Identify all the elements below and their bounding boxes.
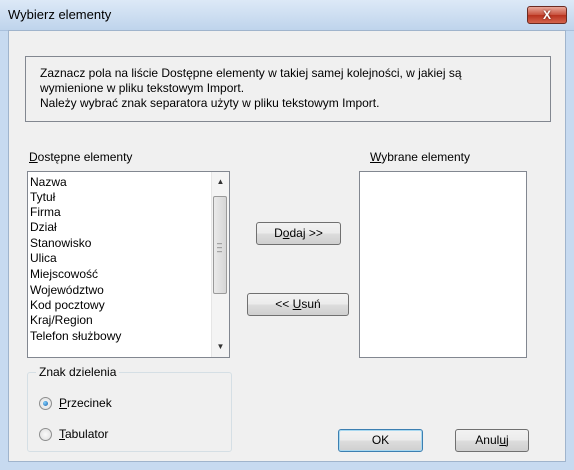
list-scrollbar[interactable]: ▲ – – – ▼ <box>211 172 229 357</box>
dialog-body: Zaznacz pola na liście Dostępne elementy… <box>8 30 566 462</box>
radio-tab[interactable] <box>39 428 52 441</box>
close-button[interactable]: X <box>527 6 567 24</box>
list-item[interactable]: Telefon służbowy <box>30 329 121 344</box>
list-item[interactable]: Firma <box>30 205 61 220</box>
list-item[interactable]: Województwo <box>30 283 104 298</box>
list-item[interactable]: Kraj/Region <box>30 313 93 328</box>
radio-comma[interactable] <box>39 397 52 410</box>
available-items-list[interactable]: Nazwa Tytuł Firma Dział Stanowisko Ulica… <box>27 171 230 358</box>
instructions-line-1: Zaznacz pola na liście Dostępne elementy… <box>40 66 462 80</box>
instructions-line-2: wymienione w pliku tekstowym Import. <box>40 81 245 95</box>
list-item[interactable]: Stanowisko <box>30 236 91 251</box>
list-item[interactable]: Miejscowość <box>30 267 98 282</box>
available-items-label: Dostępne elementy <box>29 150 133 164</box>
list-item[interactable]: Dział <box>30 220 57 235</box>
scroll-down-arrow-icon[interactable]: ▼ <box>212 338 229 355</box>
grip-icon: – – – <box>217 238 223 256</box>
title-bar: Wybierz elementy X <box>0 0 574 31</box>
list-item[interactable]: Ulica <box>30 251 57 266</box>
selected-items-list[interactable] <box>359 171 527 358</box>
ok-button[interactable]: OK <box>338 429 423 452</box>
list-item[interactable]: Nazwa <box>30 175 67 190</box>
separator-group: Znak dzielenia Przecinek Tabulator <box>27 365 232 452</box>
cancel-button[interactable]: Anuluj <box>455 429 529 452</box>
remove-button[interactable]: << Usuń <box>247 293 349 316</box>
close-icon: X <box>542 8 551 22</box>
list-item[interactable]: Tytuł <box>30 190 55 205</box>
scroll-up-arrow-icon[interactable]: ▲ <box>212 173 229 190</box>
selected-items-label: Wybrane elementy <box>370 150 470 164</box>
radio-selected-icon <box>43 401 48 406</box>
radio-tab-label[interactable]: Tabulator <box>59 427 108 441</box>
instructions-box: Zaznacz pola na liście Dostępne elementy… <box>25 56 551 122</box>
separator-group-legend: Znak dzielenia <box>36 365 120 379</box>
window-title: Wybierz elementy <box>8 7 112 22</box>
list-item[interactable]: Kod pocztowy <box>30 298 105 313</box>
instructions-line-3: Należy wybrać znak separatora użyty w pl… <box>40 96 380 110</box>
add-button[interactable]: Dodaj >> <box>256 222 341 245</box>
radio-comma-label[interactable]: Przecinek <box>59 396 112 410</box>
scrollbar-thumb[interactable]: – – – <box>213 196 227 294</box>
